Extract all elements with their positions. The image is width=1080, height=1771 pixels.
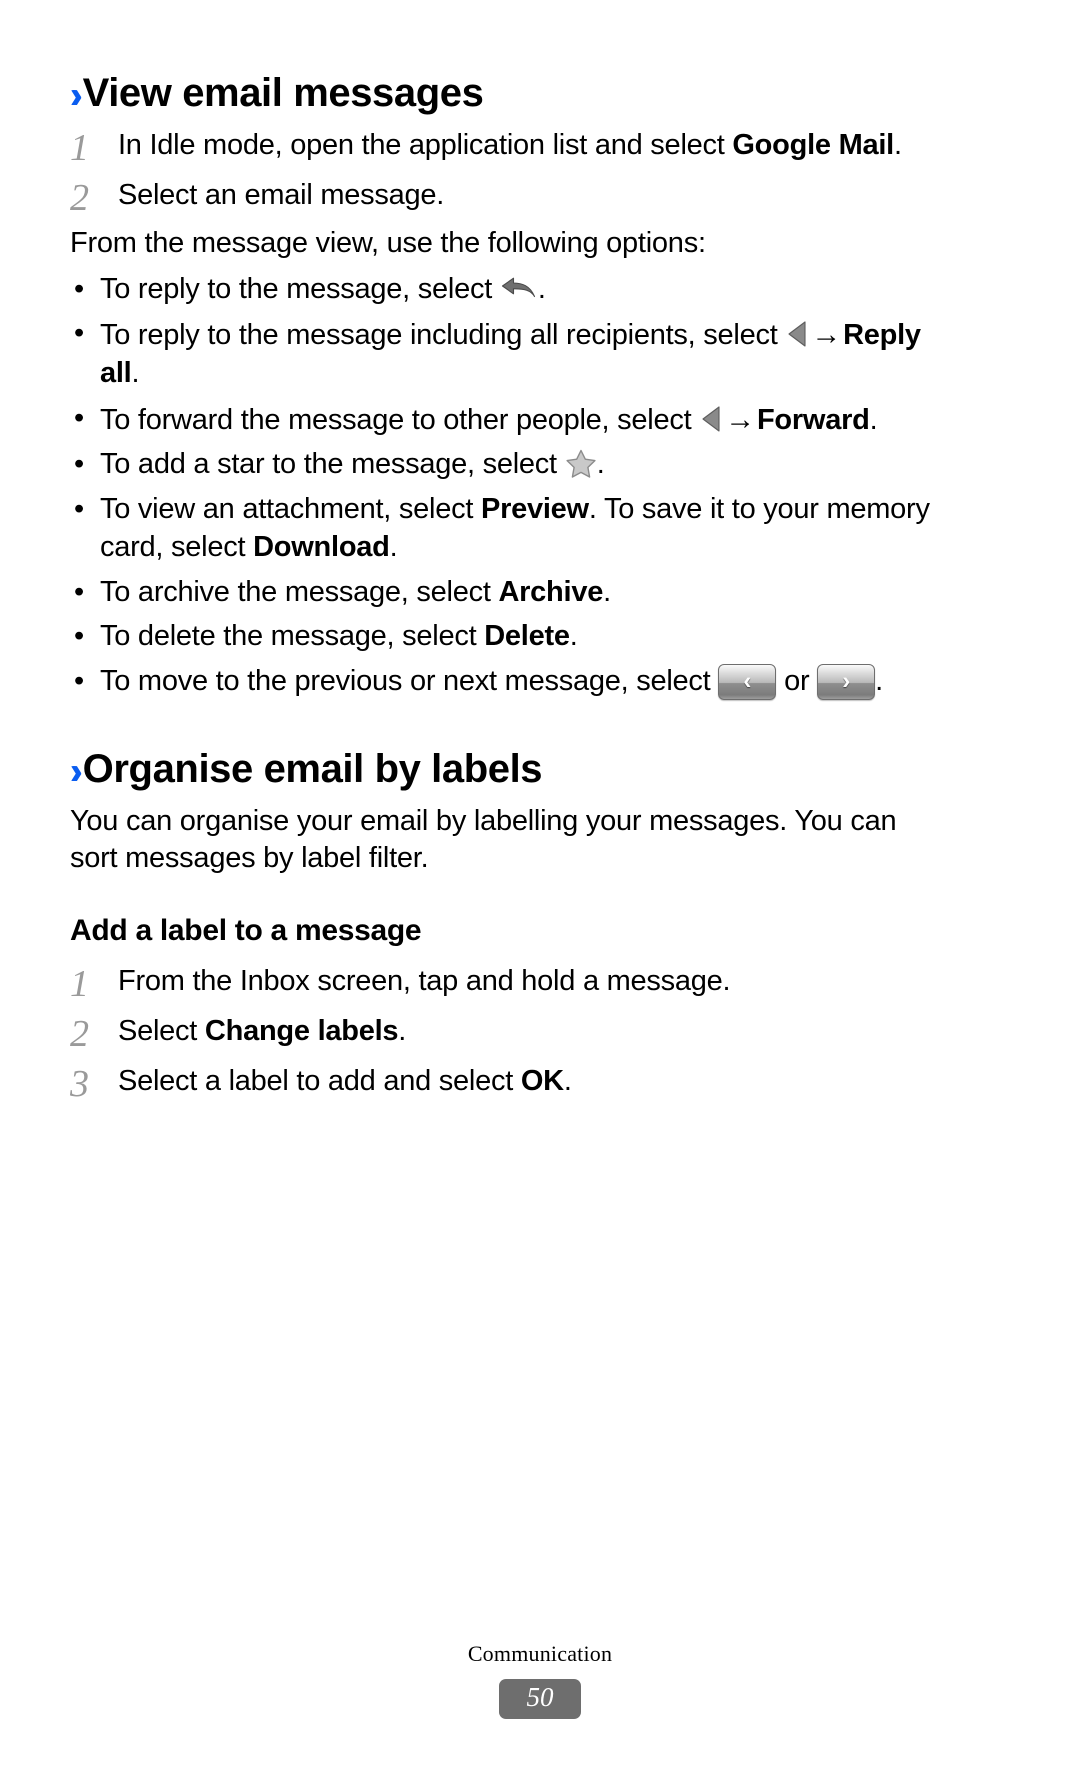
step-text-tail: . (398, 1015, 407, 1048)
step-item: 2 Select Change labels. (70, 1013, 1010, 1053)
step-item: 1 From the Inbox screen, tap and hold a … (70, 963, 1010, 1003)
step-text: In Idle mode, open the application list … (118, 127, 948, 165)
bullet-text-lead: To archive the message, select (100, 575, 499, 608)
step-text: Select an email message. (118, 177, 948, 215)
list-item-reply-all: • To reply to the message including all … (70, 315, 1010, 392)
bullet-text-bold: Forward (756, 403, 870, 436)
list-item-reply: • To reply to the message, select . (70, 271, 1010, 309)
next-message-button[interactable]: › (817, 663, 876, 700)
step-item: 3 Select a label to add and select OK. (70, 1063, 1010, 1103)
section-title: Organise email by labels (82, 746, 543, 791)
star-icon (565, 448, 597, 479)
triangle-left-icon (699, 404, 723, 434)
double-chevron-right-icon: ›› (70, 749, 82, 792)
bullet-marker: • (74, 575, 85, 608)
bullet-text: To reply to the message including all re… (100, 315, 950, 392)
double-chevron-right-icon: ›› (70, 73, 82, 117)
step-text: Select Change labels. (118, 1013, 948, 1051)
arrow-right-glyph: → (725, 402, 755, 436)
page-footer: Communication 50 (0, 1641, 1080, 1719)
step-text-bold: Google Mail (732, 129, 894, 161)
bullet-marker: • (74, 493, 85, 526)
chevron-left-icon: ‹ (743, 667, 752, 695)
bullet-text-tail: . (131, 357, 140, 390)
section-heading-organise-email: ›› Organise email by labels (70, 745, 1010, 793)
page-title: View email messages (82, 71, 484, 115)
step-text: From the Inbox screen, tap and hold a me… (118, 963, 948, 1001)
bullet-text-lead: To reply to the message, select (100, 272, 500, 305)
bullet-text: To move to the previous or next message,… (100, 663, 950, 701)
bullet-text: To reply to the message, select . (100, 271, 950, 309)
or-text: or (776, 664, 818, 697)
bullet-text-tail: . (603, 575, 611, 608)
step-text-lead: Select an email message. (118, 179, 445, 211)
bullet-text-tail: . (569, 620, 578, 653)
step-text-lead: In Idle mode, open the application list … (118, 129, 733, 161)
bullet-text: To view an attachment, select Preview. T… (100, 491, 950, 566)
bullet-text-tail: . (869, 403, 878, 436)
list-item-star: • To add a star to the message, select . (70, 446, 1010, 484)
bullet-text-lead: To add a star to the message, select (100, 448, 565, 481)
step-number: 2 (70, 1013, 89, 1056)
bullet-text-tail: . (596, 448, 605, 481)
bullet-text-bold: Preview (480, 493, 589, 526)
triangle-left-icon (785, 319, 809, 349)
bullet-marker: • (74, 272, 85, 305)
manual-page: ›› View email messages 1 In Idle mode, o… (0, 0, 1080, 1771)
bullet-text-lead: To delete the message, select (100, 620, 485, 653)
bullet-text-lead: To forward the message to other people, … (100, 403, 700, 436)
step-text-bold: OK (520, 1065, 564, 1098)
step-text-bold: Change labels (204, 1015, 399, 1048)
step-text-lead: From the Inbox screen, tap and hold a me… (118, 965, 731, 998)
bullet-marker: • (74, 664, 85, 697)
bullet-text-tail: . (389, 530, 398, 563)
bullet-text: To forward the message to other people, … (100, 400, 950, 440)
subsection-title-add-label: Add a label to a message (70, 913, 422, 947)
page-number-badge: 50 (499, 1679, 581, 1719)
bullet-text: To add a star to the message, select . (100, 446, 950, 484)
step-number: 2 (70, 177, 89, 219)
bullet-text-tail: . (537, 272, 546, 305)
bullet-text: To archive the message, select Archive. (100, 574, 950, 612)
bullet-marker: • (74, 620, 85, 653)
list-item-prev-next: • To move to the previous or next messag… (70, 663, 1010, 701)
section-heading-view-email: ›› View email messages (70, 69, 1010, 117)
step-text: Select a label to add and select OK. (118, 1063, 948, 1101)
chevron-right-icon: › (842, 667, 851, 695)
arrow-right-glyph: → (811, 318, 842, 352)
step-number: 1 (70, 127, 89, 169)
step-item: 2 Select an email message. (70, 177, 1010, 217)
step-number: 1 (70, 963, 89, 1006)
bullet-marker: • (74, 448, 85, 481)
step-text-lead: Select a label to add and select (118, 1065, 521, 1098)
bullet-text-bold: Archive (498, 575, 604, 608)
bullet-text-lead: To view an attachment, select (100, 493, 481, 526)
options-intro-text: From the message view, use the following… (70, 227, 706, 259)
step-text-tail: . (893, 129, 902, 161)
previous-message-button[interactable]: ‹ (718, 663, 777, 700)
reply-arrow-icon (500, 275, 538, 301)
list-item-forward: • To forward the message to other people… (70, 400, 1010, 440)
bullet-marker: • (74, 401, 85, 434)
bullet-text-lead: To move to the previous or next message,… (100, 664, 719, 697)
step-item: 1 In Idle mode, open the application lis… (70, 127, 1010, 167)
bullet-text: To delete the message, select Delete. (100, 618, 950, 656)
step-number: 3 (70, 1063, 89, 1106)
list-item-archive: • To archive the message, select Archive… (70, 574, 1010, 612)
bullet-text-tail: . (875, 664, 883, 697)
step-text-tail: . (563, 1065, 572, 1098)
organise-intro-text: You can organise your email by labelling… (70, 804, 897, 875)
bullet-text-lead: To reply to the message including all re… (100, 319, 786, 352)
bullet-text-bold-2: Download (253, 530, 390, 563)
footer-chapter-label: Communication (467, 1641, 613, 1667)
list-item-attachment: • To view an attachment, select Preview.… (70, 491, 1010, 566)
bullet-text-bold: Delete (484, 620, 570, 653)
step-text-lead: Select (118, 1015, 205, 1048)
bullet-marker: • (74, 317, 85, 350)
list-item-delete: • To delete the message, select Delete. (70, 618, 1010, 656)
